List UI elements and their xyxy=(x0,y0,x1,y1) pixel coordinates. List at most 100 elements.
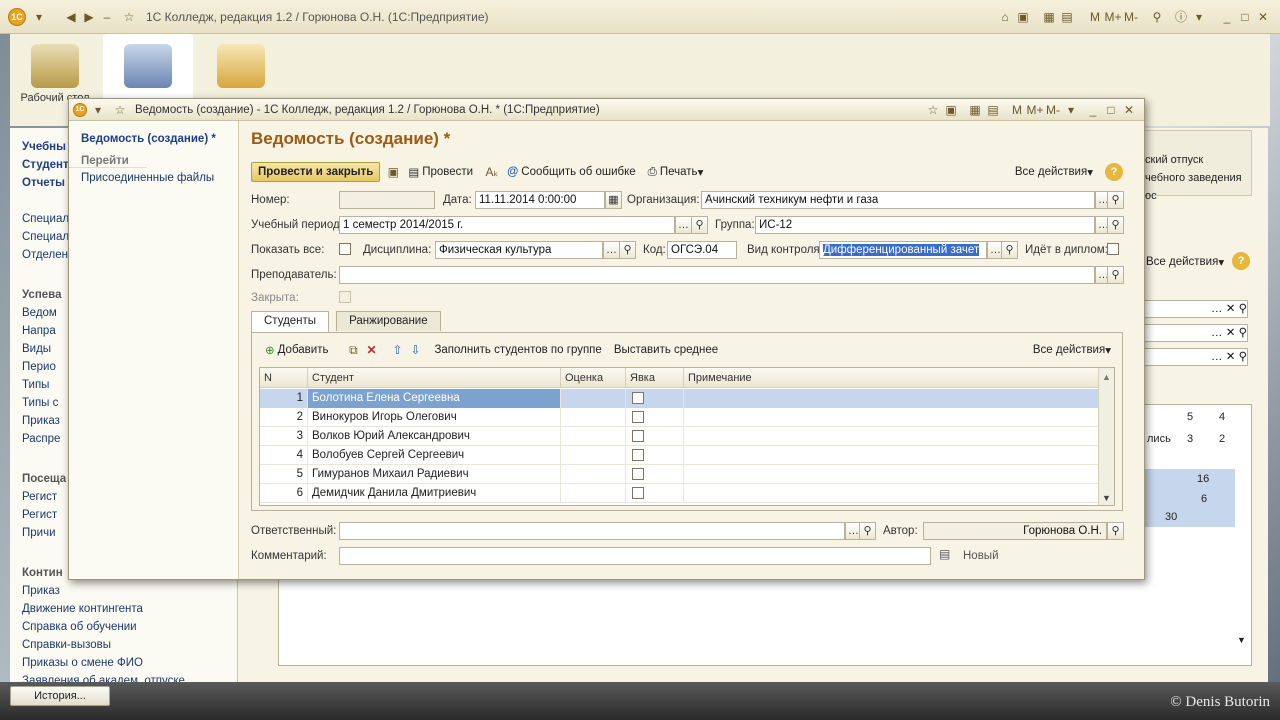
minus-icon[interactable]: – xyxy=(98,8,116,26)
nav-item[interactable]: Справки-вызовы xyxy=(10,636,237,654)
col-n[interactable]: N xyxy=(260,368,308,388)
post-and-close-button[interactable]: Провести и закрыть xyxy=(251,162,381,182)
move-down-icon[interactable]: ⇩ xyxy=(406,341,424,359)
author-field[interactable]: Горюнова О.Н. xyxy=(923,522,1107,540)
dropdown-menu-icon[interactable]: ▾ xyxy=(30,8,48,26)
control-search-icon[interactable]: ⚲ xyxy=(1001,241,1018,259)
memory-mplus-icon[interactable]: M+ xyxy=(1104,8,1122,26)
cell-n[interactable]: 3 xyxy=(260,427,308,446)
dialog-calendar-icon[interactable]: ▤ xyxy=(984,101,1002,119)
report-error-button[interactable]: @ Сообщить об ошибке xyxy=(501,162,642,182)
dialog-mminus-icon[interactable]: M- xyxy=(1044,101,1062,119)
calendar-icon[interactable]: ▤ xyxy=(1058,8,1076,26)
dialog-logo-icon[interactable]: 1С xyxy=(73,102,87,117)
dialog-m-icon[interactable]: M xyxy=(1008,101,1026,119)
discipline-search-icon[interactable]: ⚲ xyxy=(619,241,636,259)
cell-grade[interactable] xyxy=(561,484,626,503)
dialog-close-icon[interactable]: ✕ xyxy=(1120,101,1138,119)
memory-mminus-icon[interactable]: M- xyxy=(1122,8,1140,26)
table-row[interactable]: 5 Гимуранов Михаил Радиевич xyxy=(260,465,1099,484)
add-row-button[interactable]: ⊕ Добавить xyxy=(259,340,334,360)
bg-field-1[interactable]: … ✕ ⚲ xyxy=(1144,300,1248,318)
col-attendance[interactable]: Явка xyxy=(626,368,684,388)
dialog-copy-icon[interactable]: ▣ xyxy=(942,101,960,119)
cell-grade[interactable] xyxy=(561,408,626,427)
diploma-checkbox[interactable] xyxy=(1107,243,1119,255)
show-all-checkbox[interactable] xyxy=(339,243,351,255)
cell-attendance[interactable] xyxy=(626,427,684,446)
app-logo-icon[interactable]: 1С xyxy=(8,7,26,26)
period-field[interactable]: 1 семестр 2014/2015 г. xyxy=(339,216,675,234)
attendance-checkbox[interactable] xyxy=(632,468,644,480)
back-arrow-icon[interactable]: ◀ xyxy=(62,8,80,26)
dialog-nav-files-link[interactable]: Присоединенные файлы xyxy=(69,168,238,184)
comment-note-icon[interactable]: ▤ xyxy=(939,547,950,561)
move-up-icon[interactable]: ⇧ xyxy=(388,341,406,359)
attendance-checkbox[interactable] xyxy=(632,411,644,423)
cell-n[interactable]: 2 xyxy=(260,408,308,427)
bg-scroll-icon[interactable]: ▼ xyxy=(1237,635,1246,645)
tab-ranking[interactable]: Ранжирование xyxy=(336,311,441,331)
cell-n[interactable]: 4 xyxy=(260,446,308,465)
org-field[interactable]: Ачинский техникум нефти и газа xyxy=(701,191,1095,209)
number-field[interactable] xyxy=(339,191,435,209)
dialog-mplus-icon[interactable]: M+ xyxy=(1026,101,1044,119)
group-field[interactable]: ИС-12 xyxy=(755,216,1095,234)
cell-grade[interactable] xyxy=(561,427,626,446)
cell-n[interactable]: 1 xyxy=(260,389,308,408)
responsible-field[interactable] xyxy=(339,522,845,540)
nav-item[interactable]: Движение контингента xyxy=(10,600,237,618)
cell-attendance[interactable] xyxy=(626,389,684,408)
table-row[interactable]: 1 Болотина Елена Сергеевна xyxy=(260,389,1099,408)
cell-grade[interactable] xyxy=(561,389,626,408)
group-search-icon[interactable]: ⚲ xyxy=(1107,216,1124,234)
control-field[interactable]: Дифференцированный зачет xyxy=(819,241,987,259)
teacher-field[interactable] xyxy=(339,266,1095,284)
org-search-icon[interactable]: ⚲ xyxy=(1107,191,1124,209)
bg-field-2[interactable]: … ✕ ⚲ xyxy=(1144,324,1248,342)
table-row[interactable]: 3 Волков Юрий Александрович xyxy=(260,427,1099,446)
table-row[interactable]: 2 Винокуров Игорь Олегович xyxy=(260,408,1099,427)
cell-attendance[interactable] xyxy=(626,408,684,427)
bg-help-icon[interactable]: ? xyxy=(1232,252,1250,270)
col-note[interactable]: Примечание xyxy=(684,368,1099,388)
dialog-chevron-icon[interactable]: ▾ xyxy=(1062,101,1080,119)
period-search-icon[interactable]: ⚲ xyxy=(691,216,708,234)
save-icon[interactable]: ▣ xyxy=(1014,8,1032,26)
search-icon[interactable]: ⚲ xyxy=(1148,8,1166,26)
print-button[interactable]: ⎙ Печать ▾ xyxy=(642,162,710,182)
memory-m-icon[interactable]: M xyxy=(1086,8,1104,26)
cell-note[interactable] xyxy=(684,484,1099,503)
comment-field[interactable] xyxy=(339,547,931,565)
cell-note[interactable] xyxy=(684,465,1099,484)
dialog-star-icon[interactable]: ☆ xyxy=(111,101,129,119)
chevron-down-icon[interactable]: ▾ xyxy=(1190,8,1208,26)
cell-student[interactable]: Болотина Елена Сергеевна xyxy=(308,389,561,408)
cell-grade[interactable] xyxy=(561,465,626,484)
nav-item[interactable]: Приказ xyxy=(10,582,237,600)
delete-row-icon[interactable]: ✕ xyxy=(362,341,380,359)
col-grade[interactable]: Оценка xyxy=(561,368,626,388)
home-icon[interactable]: ⌂ xyxy=(996,8,1014,26)
section-desktop[interactable]: Рабочий стол xyxy=(10,34,100,104)
cell-note[interactable] xyxy=(684,389,1099,408)
forward-arrow-icon[interactable]: ▶ xyxy=(80,8,98,26)
responsible-search-icon[interactable]: ⚲ xyxy=(859,522,876,540)
info-icon[interactable]: ⓘ xyxy=(1172,8,1190,26)
copy-row-icon[interactable]: ⧉ xyxy=(344,341,362,359)
table-scrollbar[interactable]: ▲ ▼ xyxy=(1098,368,1114,505)
cell-attendance[interactable] xyxy=(626,465,684,484)
cell-student[interactable]: Волобуев Сергей Сергеевич xyxy=(308,446,561,465)
post-button[interactable]: ▤ Провести xyxy=(402,162,479,182)
dialog-dropdown-icon[interactable]: ▾ xyxy=(89,101,107,119)
nav-item[interactable]: Справка об обучении xyxy=(10,618,237,636)
calc-icon[interactable]: ▦ xyxy=(1040,8,1058,26)
cell-student[interactable]: Винокуров Игорь Олегович xyxy=(308,408,561,427)
dialog-star2-icon[interactable]: ☆ xyxy=(924,101,942,119)
col-student[interactable]: Студент xyxy=(308,368,561,388)
all-actions-button[interactable]: Все действия ▾ xyxy=(1009,162,1099,182)
close-icon[interactable]: ✕ xyxy=(1254,8,1272,26)
dialog-minimize-icon[interactable]: _ xyxy=(1084,101,1102,119)
cell-attendance[interactable] xyxy=(626,484,684,503)
favorites-star-icon[interactable]: ☆ xyxy=(120,8,138,26)
